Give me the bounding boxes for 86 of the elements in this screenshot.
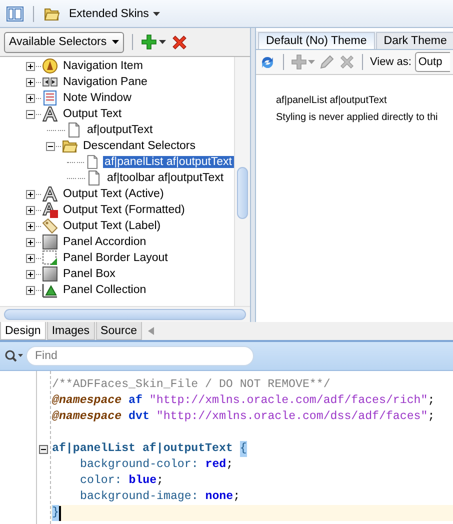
code-token: background-color: [80,457,200,473]
expand-toggle[interactable] [26,94,35,102]
letter-icon [42,202,58,218]
skin-menu[interactable]: Extended Skins [67,8,162,20]
page-icon [84,154,100,170]
collapse-toggle[interactable] [46,142,55,150]
theme-tab[interactable]: Default (No) Theme [258,32,375,49]
tree-item[interactable]: af|outputText [85,124,155,136]
code-token: "http://xmlns.oracle.com/adf/faces/rich" [149,393,428,409]
delete-icon[interactable] [170,34,188,50]
preview-message: Styling is never applied directly to thi [276,112,439,123]
view-tab[interactable]: Design [0,322,46,340]
panel-icon [42,266,58,282]
code-token: ; [156,473,164,489]
tree-item[interactable]: Output Text [61,108,124,120]
expand-toggle[interactable] [26,206,35,214]
collapse-toggle[interactable] [26,110,35,118]
tree-item[interactable]: Note Window [61,92,134,104]
code-token: { [240,441,247,457]
folder-icon [43,6,61,22]
tree-item[interactable]: Navigation Pane [61,76,150,88]
tree-item[interactable]: af|toolbar af|outputText [105,172,226,184]
code-token: none [205,489,234,505]
expand-toggle[interactable] [26,254,35,262]
tree-item[interactable]: Panel Box [61,268,118,280]
tree-item[interactable]: Output Text (Label) [61,220,163,232]
scrollbar-thumb[interactable] [237,167,248,219]
expand-toggle[interactable] [26,62,35,70]
code-token: red [205,457,226,473]
scrollbar-thumb[interactable] [4,309,246,320]
tree-item[interactable]: Panel Accordion [61,236,148,248]
code-token: /**ADFFaces_Skin_File / DO NOT REMOVE**/ [52,377,330,393]
page-icon [86,170,102,186]
tag-icon [42,218,58,234]
view-tab[interactable]: Images [46,322,95,340]
collapse-toggle[interactable] [39,444,48,454]
theme-tab[interactable]: Dark Theme [376,32,453,49]
code-token: @namespace [52,409,123,425]
caret-icon [308,60,315,64]
panel-icon [42,234,58,250]
caret-icon [152,12,160,16]
page-icon [66,122,82,138]
expand-toggle[interactable] [26,190,35,198]
find-field[interactable]: Find [26,346,254,366]
expand-toggle[interactable] [26,270,35,278]
view-as-label: View as: [370,56,412,68]
tree-item[interactable]: af|panelList af|outputText [102,156,234,168]
letter-icon [42,186,58,202]
code-token: ; [226,457,234,473]
view-as-dropdown[interactable]: Outp [415,52,450,72]
selector-dropdown[interactable]: Available Selectors [4,32,124,52]
tree-item[interactable]: Panel Border Layout [61,252,170,264]
code-token: ; [233,489,240,505]
caret-icon [158,40,166,44]
panel-icon [42,282,58,298]
tree-item[interactable]: Navigation Item [61,60,145,72]
folder-icon [62,138,78,154]
panel-toggle-icon[interactable] [6,6,24,22]
code-token: ; [428,409,435,425]
tree-item[interactable]: Descendant Selectors [81,140,198,152]
expand-toggle[interactable] [26,238,35,246]
caret-icon [112,40,119,44]
expand-toggle[interactable] [26,78,35,86]
code-token: @namespace [52,393,123,409]
panel-icon [42,250,58,266]
tree-item[interactable]: Output Text (Formatted) [61,204,187,216]
tree-item[interactable]: Panel Collection [61,284,148,296]
code-token: "http://xmlns.oracle.com/dss/adf/faces" [156,409,428,425]
code-token: } [52,505,59,521]
code-token: blue [128,473,157,489]
plus-icon[interactable] [140,34,157,50]
selector-name: af|panelList af|outputText [276,95,388,106]
code-token: af [128,393,144,409]
expand-toggle[interactable] [26,222,35,230]
expand-toggle[interactable] [26,286,35,294]
tree-item[interactable]: Output Text (Active) [61,188,166,200]
view-tab[interactable]: Source [96,322,142,340]
compass-icon [42,58,58,74]
code-token: background-image: [80,489,200,505]
search-icon[interactable] [4,349,24,363]
code-token: color: [80,473,123,489]
code-token: af|panelList af|outputText [52,441,234,457]
code-token: dvt [128,409,150,425]
letter-icon [42,106,58,122]
code-token: ; [428,393,435,409]
note-icon [42,90,58,106]
